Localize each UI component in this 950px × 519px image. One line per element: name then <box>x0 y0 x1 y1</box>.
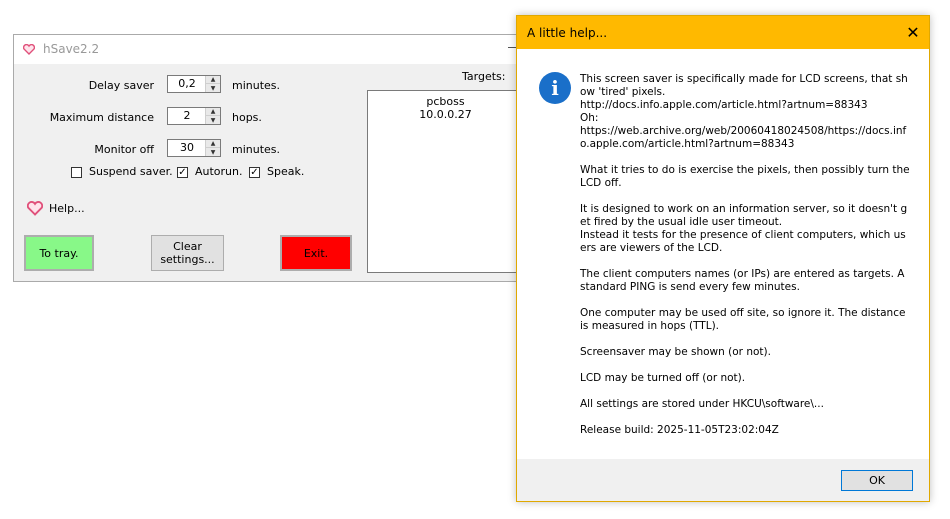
delay-saver-value[interactable]: 0,2 <box>168 77 206 90</box>
monitor-off-value[interactable]: 30 <box>168 141 206 154</box>
heart-icon <box>23 44 35 55</box>
autorun-checkbox[interactable]: ✓ <box>177 167 188 178</box>
max-distance-spinner[interactable]: 2 ▲ ▼ <box>167 107 221 125</box>
clear-settings-line1: Clear <box>173 240 202 253</box>
monitor-off-unit: minutes. <box>232 143 281 156</box>
max-distance-unit: hops. <box>232 111 262 124</box>
targets-label: Targets: <box>462 70 506 83</box>
target-item: 10.0.0.27 <box>419 108 472 121</box>
spin-up-icon[interactable]: ▲ <box>206 76 220 84</box>
spin-down-icon[interactable]: ▼ <box>206 116 220 124</box>
delay-saver-unit: minutes. <box>232 79 281 92</box>
max-distance-label: Maximum distance <box>49 111 154 124</box>
speak-label: Speak. <box>267 165 305 178</box>
autorun-label: Autorun. <box>195 165 243 178</box>
help-link[interactable]: Help... <box>49 202 85 215</box>
clear-settings-button[interactable]: Clear settings... <box>151 235 224 271</box>
spin-down-icon[interactable]: ▼ <box>206 84 220 92</box>
monitor-off-spinner[interactable]: 30 ▲ ▼ <box>167 139 221 157</box>
info-icon: i <box>539 72 571 104</box>
help-dialog: A little help... ✕ i This screen saver i… <box>516 15 930 502</box>
main-titlebar[interactable]: hSave2.2 <box>14 35 532 64</box>
max-distance-value[interactable]: 2 <box>168 109 206 122</box>
targets-textbox[interactable]: pcboss 10.0.0.27 <box>367 90 527 273</box>
ok-button[interactable]: OK <box>841 470 913 491</box>
exit-button[interactable]: Exit. <box>280 235 352 271</box>
delay-saver-spinner[interactable]: 0,2 ▲ ▼ <box>167 75 221 93</box>
target-item: pcboss <box>426 95 465 108</box>
spin-down-icon[interactable]: ▼ <box>206 148 220 156</box>
monitor-off-label: Monitor off <box>94 143 154 156</box>
help-text: This screen saver is specifically made f… <box>580 73 910 436</box>
spin-up-icon[interactable]: ▲ <box>206 108 220 116</box>
speak-checkbox[interactable]: ✓ <box>249 167 260 178</box>
suspend-saver-checkbox[interactable] <box>71 167 82 178</box>
dialog-title: A little help... <box>527 26 608 40</box>
delay-saver-label: Delay saver <box>88 79 154 92</box>
to-tray-button[interactable]: To tray. <box>24 235 94 271</box>
main-window: hSave2.2 Delay saver 0,2 ▲ ▼ minutes. Max… <box>13 34 533 282</box>
help-heart-icon[interactable] <box>27 201 43 216</box>
suspend-saver-label: Suspend saver. <box>89 165 173 178</box>
spin-up-icon[interactable]: ▲ <box>206 140 220 148</box>
window-title: hSave2.2 <box>43 42 100 56</box>
dialog-titlebar[interactable]: A little help... ✕ <box>517 16 929 49</box>
clear-settings-line2: settings... <box>160 253 215 266</box>
close-icon[interactable]: ✕ <box>902 22 924 44</box>
